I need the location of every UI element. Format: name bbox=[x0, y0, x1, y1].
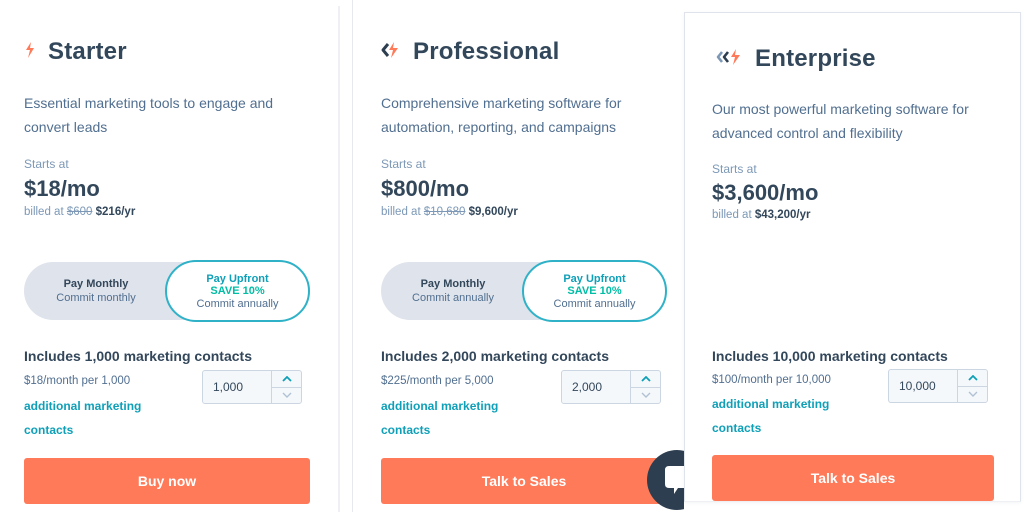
description-line: Comprehensive marketing software for bbox=[381, 95, 622, 111]
pay-upfront-option[interactable]: Pay Upfront SAVE 10% Commit annually bbox=[522, 260, 667, 322]
pay-upfront-sub: Commit annually bbox=[553, 297, 636, 310]
plan-title-row: Starter bbox=[24, 38, 127, 66]
talk-to-sales-button[interactable]: Talk to Sales bbox=[712, 455, 994, 501]
link-line: additional marketing bbox=[381, 399, 499, 413]
contacts-stepper: 10,000 bbox=[888, 369, 988, 403]
billed-original-price: $10,680 bbox=[423, 206, 466, 218]
plan-title-row: Professional bbox=[381, 38, 559, 66]
plan-title: Professional bbox=[413, 38, 560, 65]
link-line: additional marketing bbox=[24, 399, 142, 413]
plan-price: $3,600/mo bbox=[712, 180, 819, 205]
plan-card-starter: Starter Essential marketing tools to eng… bbox=[0, 0, 338, 512]
billed-total: $43,200/yr bbox=[754, 209, 811, 221]
billed-text: billed at $10,680 $9,600/yr bbox=[381, 206, 518, 218]
description-line: advanced control and flexibility bbox=[712, 125, 903, 141]
pay-monthly-option[interactable]: Pay Monthly Commit annually bbox=[381, 262, 525, 320]
additional-contacts-link[interactable]: additional marketing contacts bbox=[24, 394, 174, 442]
billed-text: billed at $600 $216/yr bbox=[24, 206, 135, 218]
starter-bolt-icon bbox=[24, 41, 36, 63]
plan-title-row: Enterprise bbox=[715, 45, 876, 73]
professional-bolt-icon bbox=[381, 41, 401, 63]
increment-button[interactable] bbox=[958, 370, 987, 386]
save-badge: SAVE 10% bbox=[210, 284, 265, 297]
increment-button[interactable] bbox=[272, 371, 301, 387]
billed-text: billed at $43,200/yr bbox=[712, 209, 810, 221]
chevron-down-icon bbox=[282, 392, 291, 399]
plan-price: $800/mo bbox=[381, 176, 470, 201]
plan-title: Starter bbox=[48, 38, 127, 65]
link-line: contacts bbox=[712, 421, 762, 435]
link-line: additional marketing bbox=[712, 397, 830, 411]
pay-monthly-option[interactable]: Pay Monthly Commit monthly bbox=[24, 262, 168, 320]
plan-description: Our most powerful marketing software for… bbox=[712, 97, 969, 145]
pay-monthly-title: Pay Monthly bbox=[63, 278, 129, 290]
includes-contacts: Includes 2,000 marketing contacts bbox=[381, 348, 609, 364]
chevron-up-icon bbox=[281, 375, 292, 382]
decrement-button[interactable] bbox=[272, 386, 301, 404]
contacts-stepper: 1,000 bbox=[202, 370, 302, 404]
plan-price: $18/mo bbox=[24, 176, 100, 201]
description-line: Our most powerful marketing software for bbox=[712, 101, 969, 117]
pay-upfront-option[interactable]: Pay Upfront SAVE 10% Commit annually bbox=[165, 260, 310, 322]
billed-prefix: billed at bbox=[24, 206, 64, 218]
contacts-input[interactable]: 1,000 bbox=[203, 371, 271, 403]
plan-title: Enterprise bbox=[755, 45, 876, 72]
starts-at-label: Starts at bbox=[381, 157, 426, 171]
description-line: Essential marketing tools to engage and bbox=[24, 95, 274, 111]
column-divider bbox=[338, 6, 340, 512]
billed-prefix: billed at bbox=[381, 206, 421, 218]
pay-monthly-title: Pay Monthly bbox=[420, 278, 486, 290]
link-line: contacts bbox=[24, 423, 74, 437]
billing-toggle: Pay Monthly Commit annually Pay Upfront … bbox=[381, 260, 667, 322]
per-contacts-price: $18/month per 1,000 bbox=[24, 375, 131, 387]
chevron-up-icon bbox=[640, 375, 651, 382]
contacts-input[interactable]: 10,000 bbox=[889, 370, 957, 402]
billed-prefix: billed at bbox=[712, 209, 752, 221]
decrement-button[interactable] bbox=[631, 386, 660, 404]
plan-card-enterprise: Enterprise Our most powerful marketing s… bbox=[684, 12, 1021, 502]
buy-now-button[interactable]: Buy now bbox=[24, 458, 310, 504]
save-badge: SAVE 10% bbox=[567, 284, 622, 297]
per-contacts-price: $225/month per 5,000 bbox=[381, 375, 494, 387]
description-line: automation, reporting, and campaigns bbox=[381, 119, 617, 135]
increment-button[interactable] bbox=[631, 371, 660, 387]
billed-total: $9,600/yr bbox=[468, 206, 518, 218]
enterprise-bolt-icon bbox=[715, 48, 743, 70]
includes-contacts: Includes 1,000 marketing contacts bbox=[24, 348, 252, 364]
pay-upfront-title: Pay Upfront bbox=[206, 272, 269, 285]
pay-monthly-sub: Commit monthly bbox=[56, 292, 136, 304]
chevron-down-icon bbox=[968, 391, 977, 398]
link-line: contacts bbox=[381, 423, 431, 437]
pay-upfront-title: Pay Upfront bbox=[563, 272, 626, 285]
chevron-down-icon bbox=[641, 392, 650, 399]
contacts-input[interactable]: 2,000 bbox=[562, 371, 630, 403]
chevron-up-icon bbox=[967, 374, 978, 381]
additional-contacts-link[interactable]: additional marketing contacts bbox=[381, 394, 531, 442]
billed-total: $216/yr bbox=[95, 206, 136, 218]
plan-description: Essential marketing tools to engage and … bbox=[24, 91, 273, 139]
starts-at-label: Starts at bbox=[712, 162, 757, 176]
additional-contacts-link[interactable]: additional marketing contacts bbox=[712, 392, 862, 440]
plan-description: Comprehensive marketing software for aut… bbox=[381, 91, 621, 139]
billed-original-price: $600 bbox=[66, 206, 93, 218]
pay-monthly-sub: Commit annually bbox=[412, 292, 494, 304]
includes-contacts: Includes 10,000 marketing contacts bbox=[712, 348, 948, 364]
starts-at-label: Starts at bbox=[24, 157, 69, 171]
talk-to-sales-button[interactable]: Talk to Sales bbox=[381, 458, 667, 504]
description-line: convert leads bbox=[24, 119, 108, 135]
pay-upfront-sub: Commit annually bbox=[196, 297, 279, 310]
decrement-button[interactable] bbox=[958, 385, 987, 403]
per-contacts-price: $100/month per 10,000 bbox=[712, 374, 831, 386]
billing-toggle: Pay Monthly Commit monthly Pay Upfront S… bbox=[24, 260, 310, 322]
plan-card-professional: Professional Comprehensive marketing sof… bbox=[352, 0, 682, 512]
contacts-stepper: 2,000 bbox=[561, 370, 661, 404]
